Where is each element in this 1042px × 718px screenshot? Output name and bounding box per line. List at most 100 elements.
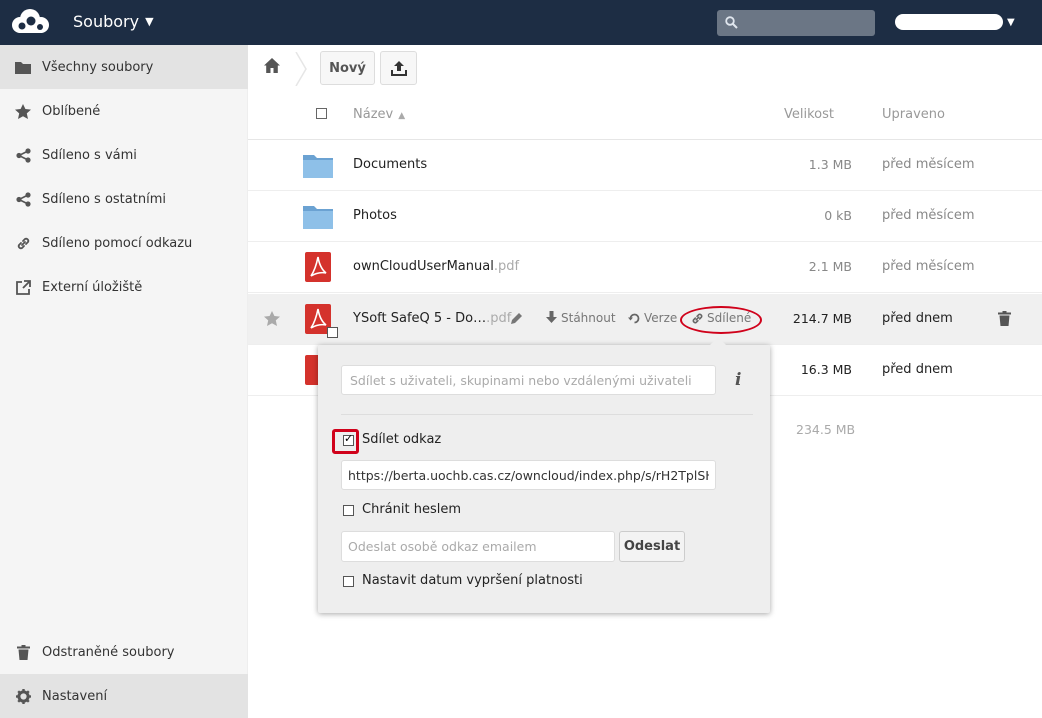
file-modified: před dnem bbox=[882, 311, 953, 326]
search-box[interactable] bbox=[717, 10, 875, 36]
sidebar-item-label: Nastavení bbox=[42, 688, 108, 704]
sidebar-item-label: Všechny soubory bbox=[42, 59, 154, 75]
sidebar-item-shared-by-link[interactable]: Sdíleno pomocí odkazu bbox=[0, 221, 248, 265]
pencil-icon[interactable] bbox=[510, 311, 524, 325]
sidebar-item-external-storage[interactable]: Externí úložiště bbox=[0, 265, 248, 309]
user-menu[interactable]: ▼ bbox=[895, 14, 1015, 30]
external-link-icon bbox=[0, 279, 42, 295]
folder-icon bbox=[303, 206, 333, 229]
top-header: Soubory ▼ ▼ bbox=[0, 0, 1042, 45]
link-icon bbox=[692, 313, 703, 323]
caret-down-icon: ▼ bbox=[145, 15, 154, 28]
history-icon bbox=[628, 313, 640, 323]
column-header-name[interactable]: Název ▲ bbox=[353, 107, 405, 122]
sidebar-item-settings[interactable]: Nastavení bbox=[0, 674, 248, 718]
expiration-date-label[interactable]: Nastavit datum vypršení platnosti bbox=[362, 573, 583, 588]
sidebar-item-deleted-files[interactable]: Odstraněné soubory bbox=[0, 630, 248, 674]
sidebar-item-label: Odstraněné soubory bbox=[42, 644, 175, 660]
download-action[interactable]: Stáhnout bbox=[545, 311, 616, 325]
versions-action[interactable]: Verze bbox=[628, 311, 677, 325]
file-size: 0 kB bbox=[824, 208, 852, 223]
sidebar-item-shared-with-others[interactable]: Sdíleno s ostatními bbox=[0, 177, 248, 221]
sidebar-item-label: Oblíbené bbox=[42, 103, 101, 119]
table-row[interactable]: Documents 1.3 MB před měsícem bbox=[248, 140, 1042, 191]
share-icon bbox=[0, 191, 42, 207]
column-label: Název bbox=[353, 107, 394, 122]
file-extension: .pdf bbox=[486, 311, 512, 326]
expiration-date-checkbox[interactable] bbox=[343, 576, 354, 587]
sidebar-item-label: Sdíleno pomocí odkazu bbox=[42, 235, 193, 251]
folder-icon bbox=[303, 155, 333, 178]
download-icon bbox=[546, 311, 557, 323]
table-row[interactable]: ownCloudUserManual.pdf 2.1 MB před měsíc… bbox=[248, 242, 1042, 293]
breadcrumb-separator-icon bbox=[295, 52, 307, 86]
select-all-checkbox[interactable] bbox=[316, 108, 327, 119]
trash-icon[interactable] bbox=[998, 311, 1011, 326]
file-name[interactable]: YSoft SafeQ 5 - Do….pdf bbox=[353, 311, 511, 326]
file-size: 2.1 MB bbox=[808, 259, 852, 274]
file-basename: ownCloudUserManual bbox=[353, 259, 494, 274]
share-link-url-field[interactable] bbox=[341, 460, 716, 490]
action-label: Stáhnout bbox=[561, 311, 616, 325]
shared-action[interactable]: Sdílené bbox=[691, 311, 751, 325]
share-link-label[interactable]: Sdílet odkaz bbox=[362, 432, 441, 447]
divider bbox=[341, 414, 753, 415]
caret-down-icon: ▼ bbox=[1007, 16, 1015, 28]
sidebar-item-all-files[interactable]: Všechny soubory bbox=[0, 45, 248, 89]
dropdown-arrow bbox=[710, 337, 726, 345]
action-label: Verze bbox=[644, 311, 678, 325]
new-button[interactable]: Nový bbox=[320, 51, 375, 85]
file-name[interactable]: Documents bbox=[353, 157, 427, 172]
file-modified: před dnem bbox=[882, 362, 953, 377]
user-name-redacted bbox=[895, 14, 1003, 30]
annotation-red-box bbox=[332, 429, 359, 454]
pdf-file-icon bbox=[305, 252, 331, 282]
sidebar-item-favorites[interactable]: Oblíbené bbox=[0, 89, 248, 133]
upload-button[interactable] bbox=[380, 51, 417, 85]
share-dropdown: i Sdílet odkaz Chránit heslem Odeslat Na… bbox=[318, 337, 770, 613]
app-menu-button[interactable]: Soubory ▼ bbox=[73, 12, 154, 31]
upload-icon bbox=[390, 61, 407, 76]
share-icon bbox=[0, 147, 42, 163]
sort-ascending-icon: ▲ bbox=[398, 111, 406, 121]
file-name[interactable]: Photos bbox=[353, 208, 397, 223]
gear-icon bbox=[0, 688, 42, 704]
search-icon bbox=[725, 16, 738, 29]
file-modified: před měsícem bbox=[882, 208, 975, 223]
file-modified: před měsícem bbox=[882, 259, 975, 274]
star-icon bbox=[0, 103, 42, 119]
app-name: Soubory bbox=[73, 12, 140, 31]
folder-icon bbox=[0, 61, 42, 74]
sidebar-item-label: Sdíleno s ostatními bbox=[42, 191, 166, 207]
file-basename: YSoft SafeQ 5 - Do… bbox=[353, 311, 487, 326]
file-modified: před měsícem bbox=[882, 157, 975, 172]
column-header-size[interactable]: Velikost bbox=[784, 107, 834, 122]
home-icon[interactable] bbox=[264, 58, 280, 73]
info-icon[interactable]: i bbox=[735, 370, 741, 390]
sidebar-item-shared-with-you[interactable]: Sdíleno s vámi bbox=[0, 133, 248, 177]
trash-icon bbox=[0, 644, 42, 660]
file-extension: .pdf bbox=[493, 259, 520, 274]
link-icon bbox=[0, 236, 42, 251]
favorite-star-icon[interactable] bbox=[264, 311, 280, 326]
table-row[interactable]: Photos 0 kB před měsícem bbox=[248, 191, 1042, 242]
sidebar: Všechny soubory Oblíbené Sdíleno s vámi … bbox=[0, 45, 248, 718]
sidebar-item-label: Sdíleno s vámi bbox=[42, 147, 137, 163]
send-button[interactable]: Odeslat bbox=[619, 531, 685, 562]
password-protect-label[interactable]: Chránit heslem bbox=[362, 502, 461, 517]
owncloud-logo-icon[interactable] bbox=[10, 7, 50, 37]
file-table-header: Název ▲ Velikost Upraveno bbox=[248, 90, 1042, 140]
share-with-input[interactable] bbox=[341, 365, 716, 395]
file-size: 1.3 MB bbox=[808, 157, 852, 172]
file-name[interactable]: ownCloudUserManual.pdf bbox=[353, 259, 519, 274]
summary-total-size: 234.5 MB bbox=[796, 422, 856, 437]
row-select-checkbox[interactable] bbox=[327, 327, 338, 338]
search-input[interactable] bbox=[741, 10, 871, 36]
column-header-modified[interactable]: Upraveno bbox=[882, 107, 945, 122]
sidebar-item-label: Externí úložiště bbox=[42, 279, 143, 295]
action-label: Sdílené bbox=[707, 311, 752, 325]
file-size: 16.3 MB bbox=[800, 362, 852, 377]
password-protect-checkbox[interactable] bbox=[343, 505, 354, 516]
table-row-selected[interactable]: YSoft SafeQ 5 - Do….pdf Stáhnout Verze S… bbox=[248, 294, 1042, 345]
email-link-input[interactable] bbox=[341, 531, 615, 562]
